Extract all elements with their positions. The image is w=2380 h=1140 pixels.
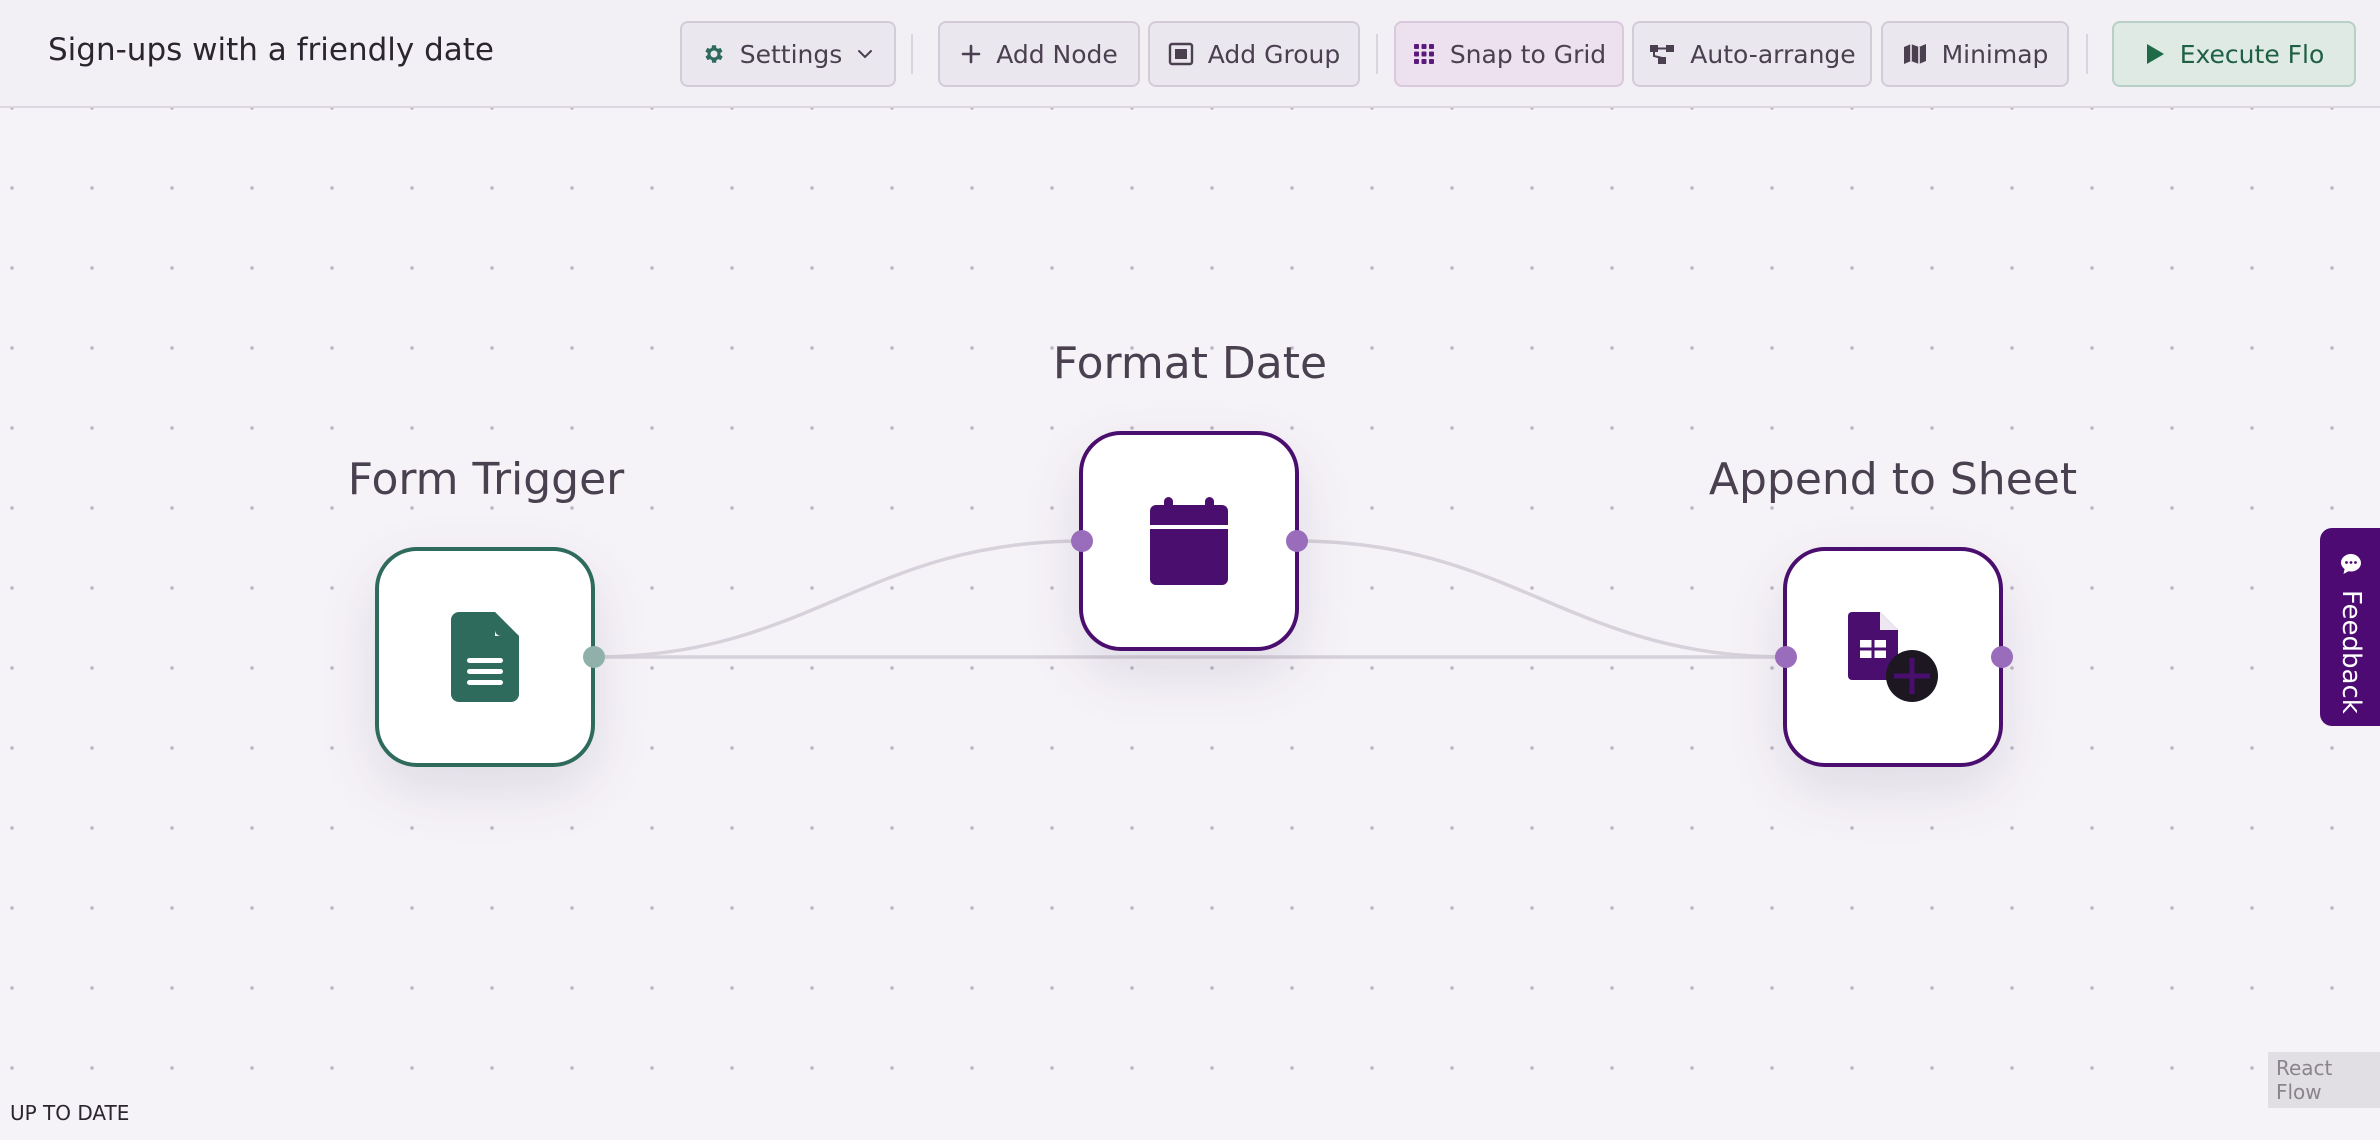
react-flow-attribution[interactable]: React Flow [2268, 1052, 2380, 1108]
toolbar-divider [1376, 34, 1378, 74]
toolbar: Sign-ups with a friendly date Settings A… [0, 0, 2380, 108]
auto-arrange-button[interactable]: Auto-arrange [1632, 21, 1872, 87]
play-icon [2146, 44, 2164, 64]
node-format-date[interactable] [1079, 431, 1299, 651]
chevron-down-icon [858, 50, 873, 59]
node-append-to-sheet[interactable] [1783, 547, 2003, 767]
source-handle[interactable] [1286, 530, 1308, 552]
add-group-label: Add Group [1207, 39, 1341, 69]
source-handle[interactable] [1991, 646, 2013, 668]
plus-icon [961, 44, 981, 64]
node-form-trigger[interactable] [375, 547, 595, 767]
add-group-button[interactable]: Add Group [1148, 21, 1360, 87]
execute-button[interactable]: Execute Flo [2112, 21, 2356, 87]
auto-arrange-icon [1650, 45, 1675, 64]
flow-title[interactable]: Sign-ups with a friendly date [48, 32, 494, 68]
map-icon [1903, 44, 1926, 64]
node-label: Format Date [1052, 338, 1328, 389]
target-handle[interactable] [1775, 646, 1797, 668]
minimap-label: Minimap [1941, 39, 2049, 69]
flow-editor: Sign-ups with a friendly date Settings A… [0, 0, 2380, 1140]
toolbar-divider [911, 34, 913, 74]
sheet-add-icon [1848, 612, 1938, 702]
flow-canvas[interactable]: Form Trigger Format Date Append to Sheet… [0, 108, 2380, 1140]
grid-icon [1413, 44, 1434, 64]
toolbar-divider [2086, 34, 2088, 74]
snap-to-grid-button[interactable]: Snap to Grid [1394, 21, 1624, 87]
chat-bubble-icon [2341, 554, 2361, 574]
minimap-button[interactable]: Minimap [1881, 21, 2069, 87]
edge-form-to-format[interactable] [593, 539, 1083, 659]
save-status: UP TO DATE [10, 1101, 130, 1125]
document-icon [451, 612, 519, 702]
source-handle[interactable] [583, 646, 605, 668]
node-label: Append to Sheet [1708, 454, 2078, 505]
settings-button[interactable]: Settings [680, 21, 896, 87]
calendar-icon [1150, 497, 1228, 585]
add-node-label: Add Node [996, 39, 1118, 69]
settings-label: Settings [739, 39, 843, 69]
snap-to-grid-label: Snap to Grid [1449, 39, 1607, 69]
node-label: Form Trigger [347, 454, 625, 505]
target-handle[interactable] [1071, 530, 1093, 552]
execute-label: Execute Flo [2179, 39, 2325, 69]
add-node-button[interactable]: Add Node [938, 21, 1140, 87]
edge-format-to-append[interactable] [1296, 539, 1787, 659]
auto-arrange-label: Auto-arrange [1690, 39, 1856, 69]
group-icon [1168, 42, 1193, 66]
feedback-label: Feedback [2336, 590, 2366, 714]
gear-icon [705, 45, 723, 63]
feedback-tab[interactable]: Feedback [2320, 528, 2380, 726]
